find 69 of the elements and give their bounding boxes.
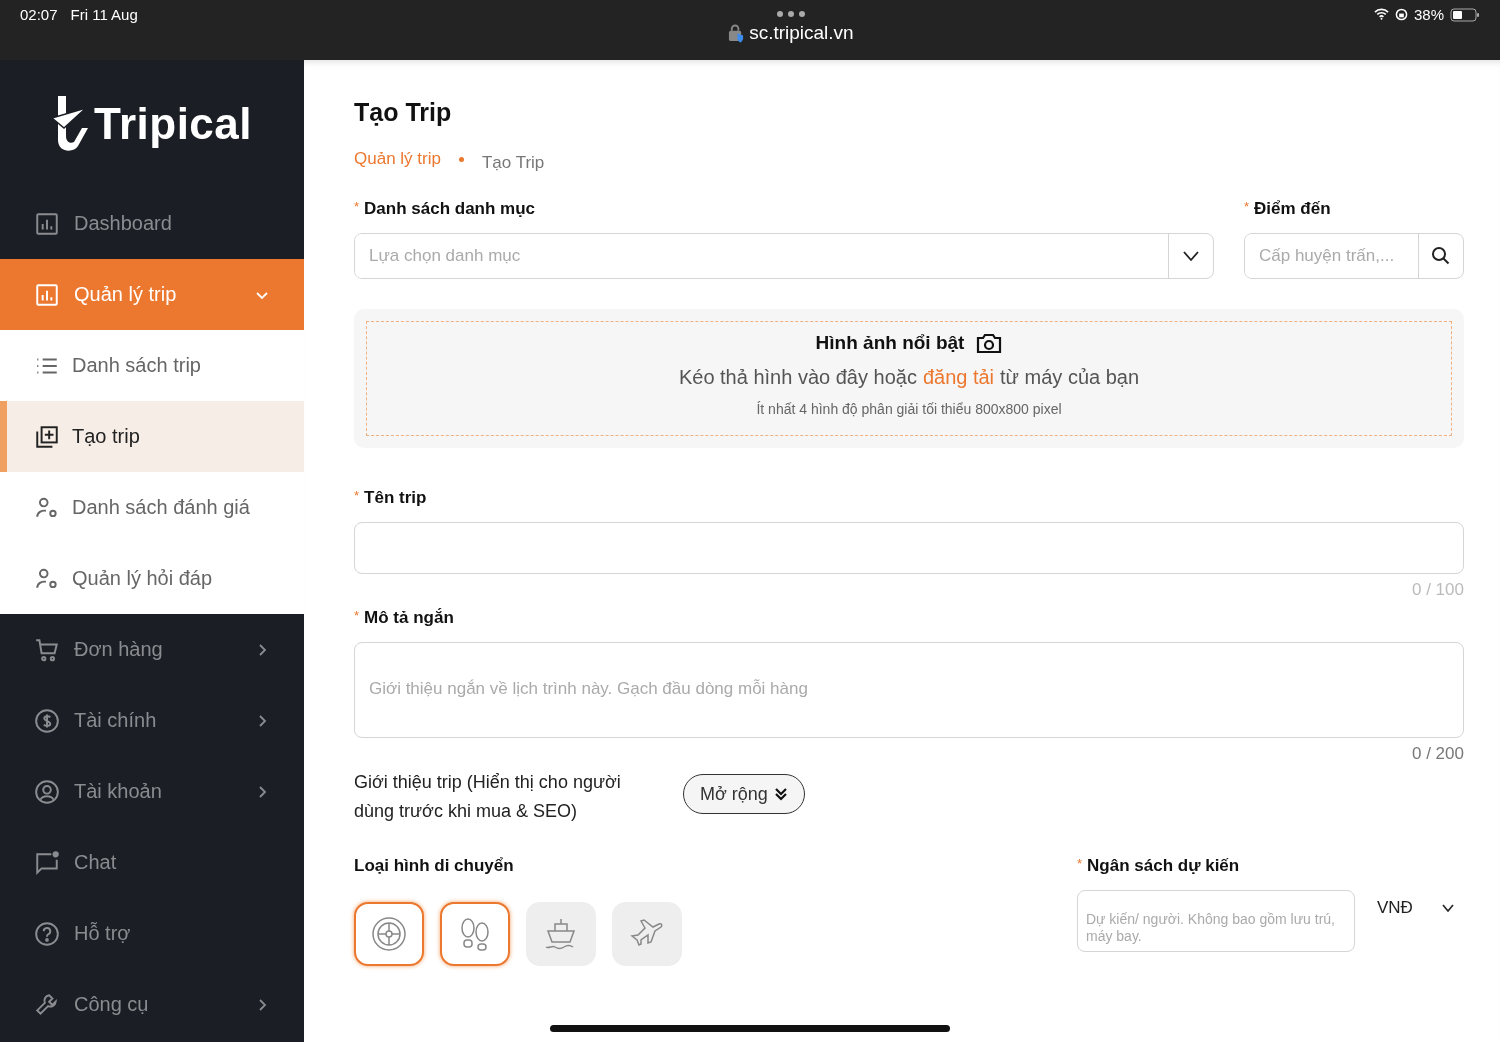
expand-button[interactable]: Mở rộng [683, 774, 805, 814]
lock-icon [728, 23, 746, 43]
short-description-textarea[interactable]: Giới thiệu ngắn về lịch trình này. Gạch đầu dòng mỗi hàng [354, 642, 1464, 738]
required-asterisk: * [354, 199, 360, 214]
camera-icon [976, 332, 1003, 354]
sidebar-item[interactable]: Tài chính [0, 685, 304, 756]
transport-plane-button[interactable] [612, 902, 682, 966]
transport-wheel-button[interactable] [354, 902, 424, 966]
required-asterisk: * [1244, 199, 1250, 214]
required-asterisk: * [1077, 856, 1083, 871]
sidebar-item[interactable]: Đơn hàng [0, 614, 304, 685]
rotation-lock-icon [1394, 8, 1408, 21]
url-text[interactable]: sc.tripical.vn [749, 22, 854, 44]
required-asterisk: * [354, 608, 360, 623]
sidebar-subitem[interactable]: Tạo trip [0, 401, 304, 472]
sidebar-item[interactable]: Công cụ [0, 969, 304, 1040]
breadcrumb-item[interactable]: Quản lý trip [354, 149, 441, 169]
transport-ship-button[interactable] [526, 902, 596, 966]
breadcrumb-separator [458, 156, 464, 162]
battery-icon [1450, 8, 1480, 22]
help-icon [34, 920, 60, 947]
sidebar-subitem[interactable]: Danh sách đánh giá [0, 472, 304, 543]
character-counter: 0 / 200 [1411, 744, 1464, 764]
wheel-icon [371, 916, 407, 952]
destination-search-field[interactable]: Cấp huyện trấn,... [1244, 233, 1464, 279]
sidebar-item[interactable]: Dashboard [0, 188, 304, 259]
character-counter: 0 / 100 [1411, 580, 1464, 600]
chart-icon [34, 210, 60, 237]
sidebar-subitem[interactable]: Quản lý hỏi đáp [0, 543, 304, 614]
currency-select[interactable]: VNĐ [1377, 898, 1455, 918]
tripical-logo[interactable]: Tripical [0, 60, 304, 188]
status-date: Fri 11 Aug [70, 6, 138, 25]
add-square-icon [34, 423, 60, 450]
upload-note: Ít nhất 4 hình độ phân giải tối thiểu 800x800 pixel [756, 401, 1062, 417]
sidebar-subitem[interactable]: Danh sách trip [0, 330, 304, 401]
upload-area[interactable]: Hình ảnh nổi bật Kéo thả hình vào đây hoặc đăng tải từ máy của bạn Ít nhất 4 hình độ phân giải tối thiểu 800x800 pixel [354, 309, 1464, 448]
chart-icon [34, 281, 60, 308]
trip-name-input[interactable] [354, 522, 1464, 574]
chat-icon [34, 849, 60, 876]
user-icon [34, 778, 60, 805]
double-chevron-down-icon [773, 787, 788, 801]
sidebar-item[interactable]: Tài khoản [0, 756, 304, 827]
required-asterisk: * [354, 488, 360, 503]
field-label: Loại hình di chuyển [354, 856, 514, 875]
dollar-icon [34, 707, 60, 734]
battery-percent: 38% [1413, 6, 1444, 23]
upload-hint: từ máy của bạn [1000, 366, 1140, 389]
transport-walk-button[interactable] [440, 902, 510, 966]
page-title: Tạo Trip [354, 98, 453, 127]
upload-link[interactable]: đăng tải [922, 366, 995, 389]
wrench-icon [34, 991, 60, 1018]
field-label: Điểm đến [1254, 199, 1331, 218]
wifi-icon [1373, 8, 1389, 20]
more-icon[interactable] [775, 10, 806, 18]
sidebar-item[interactable]: Chat [0, 827, 304, 898]
search-icon [1431, 246, 1451, 266]
budget-input[interactable]: Dự kiến/ người. Không bao gồm lưu trú, máy bay. [1077, 890, 1355, 952]
field-label: Danh sách danh mục [364, 199, 536, 218]
upload-hint: Kéo thả hình vào đây hoặc [678, 366, 917, 389]
field-label: Mô tả ngắn [364, 608, 454, 627]
upload-title: Hình ảnh nổi bật [815, 332, 965, 354]
sidebar-item[interactable]: Quản lý trip [0, 259, 304, 330]
field-label: Tên trip [364, 488, 427, 507]
sidebar-item[interactable]: Hỗ trợ [0, 898, 304, 969]
cart-icon [34, 636, 60, 663]
breadcrumb-item: Tạo Trip [481, 153, 545, 173]
introduction-label: Giới thiệu trip (Hiển thị cho người dùng trước khi mua & SEO) [354, 771, 622, 823]
field-label: Ngân sách dự kiến [1087, 856, 1240, 875]
status-time: 02:07 [20, 6, 58, 25]
